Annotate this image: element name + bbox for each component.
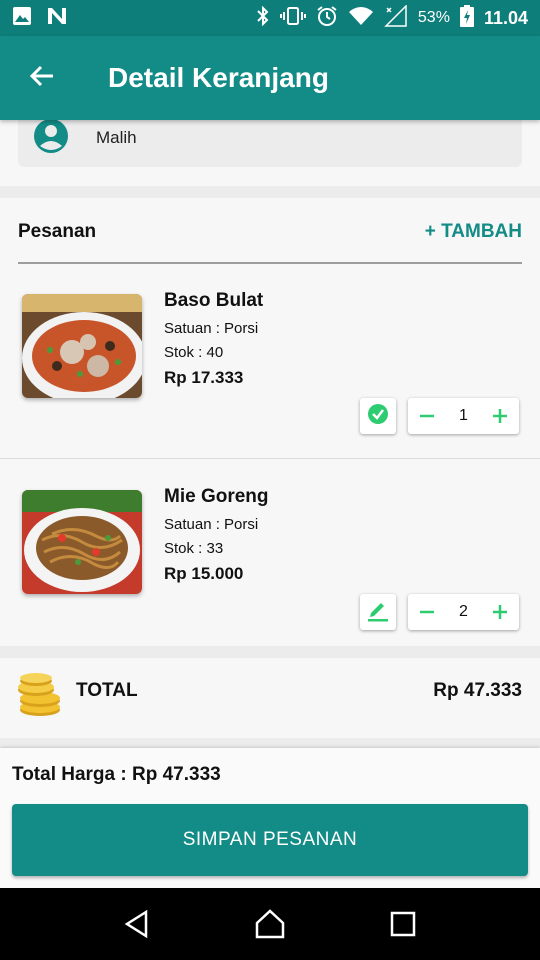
decrement-button[interactable] — [418, 603, 436, 621]
battery-icon — [459, 4, 474, 32]
status-bar: 53% 11.04 — [0, 0, 540, 36]
food-image-mie — [22, 490, 142, 594]
edit-pencil-icon — [366, 598, 390, 627]
total-section: TOTAL Rp 47.333 — [0, 658, 540, 738]
bottom-panel: Total Harga : Rp 47.333 SIMPAN PESANAN — [0, 748, 540, 888]
add-order-button[interactable]: + TAMBAH — [425, 221, 522, 243]
customer-card[interactable]: Malih — [18, 118, 522, 167]
coins-icon — [16, 672, 62, 723]
quantity-value: 1 — [459, 407, 468, 424]
item-stock: Stok : 33 — [164, 540, 224, 557]
orders-header: Pesanan + TAMBAH — [18, 220, 522, 244]
plus-icon — [493, 409, 507, 423]
minus-icon — [420, 610, 434, 614]
minus-icon — [420, 414, 434, 418]
app-bar: Detail Keranjang — [0, 36, 540, 120]
vibrate-icon — [279, 6, 306, 31]
orders-section: Pesanan + TAMBAH Baso Bulat Satuan : Por… — [0, 198, 540, 646]
item-name: Mie Goreng — [164, 486, 269, 507]
page-title: Detail Keranjang — [108, 62, 329, 93]
alarm-icon — [316, 5, 338, 32]
increment-button[interactable] — [491, 603, 509, 621]
home-icon — [255, 909, 285, 939]
total-label: TOTAL — [76, 680, 138, 701]
nav-back-button[interactable] — [117, 904, 157, 944]
item-price: Rp 15.000 — [164, 564, 244, 583]
customer-section: Malih — [0, 118, 540, 186]
bluetooth-icon — [256, 5, 270, 31]
item-stock: Stok : 40 — [164, 344, 224, 361]
orders-title: Pesanan — [18, 221, 97, 242]
decrement-button[interactable] — [418, 407, 436, 425]
save-order-button[interactable]: SIMPAN PESANAN — [12, 804, 528, 876]
nav-recents-button[interactable] — [383, 904, 423, 944]
increment-button[interactable] — [491, 407, 509, 425]
edit-button[interactable] — [360, 594, 396, 630]
back-button[interactable] — [0, 36, 84, 120]
plus-icon — [493, 605, 507, 619]
quantity-stepper: 1 — [408, 398, 519, 434]
customer-name: Malih — [96, 128, 137, 147]
total-price-summary: Total Harga : Rp 47.333 — [12, 764, 221, 785]
item-price: Rp 17.333 — [164, 368, 244, 387]
total-value: Rp 47.333 — [433, 680, 522, 701]
wifi-icon — [348, 6, 374, 31]
check-circle-icon — [367, 403, 389, 430]
arrow-back-icon — [29, 63, 55, 94]
quantity-stepper: 2 — [408, 594, 519, 630]
list-item: Baso Bulat Satuan : Porsi Stok : 40 Rp 1… — [0, 264, 540, 450]
triangle-back-icon — [124, 909, 147, 939]
battery-percent: 53% — [417, 9, 450, 26]
image-icon — [12, 6, 32, 31]
square-recents-icon — [391, 911, 416, 937]
divider — [0, 458, 540, 459]
status-left-icons — [12, 6, 68, 31]
signal-icon — [384, 3, 408, 32]
item-unit: Satuan : Porsi — [164, 320, 259, 337]
status-time: 11.04 — [483, 7, 528, 28]
nav-home-button[interactable] — [250, 904, 290, 944]
quantity-value: 2 — [459, 603, 468, 620]
list-item: Mie Goreng Satuan : Porsi Stok : 33 Rp 1… — [0, 460, 540, 646]
n-notification-icon — [46, 6, 68, 31]
navigation-bar — [0, 888, 540, 960]
status-right: 53% 11.04 — [256, 3, 528, 32]
item-unit: Satuan : Porsi — [164, 516, 259, 533]
account-circle-icon — [33, 118, 69, 159]
confirm-button[interactable] — [360, 398, 396, 434]
food-image-baso — [22, 294, 142, 398]
item-name: Baso Bulat — [164, 290, 264, 311]
